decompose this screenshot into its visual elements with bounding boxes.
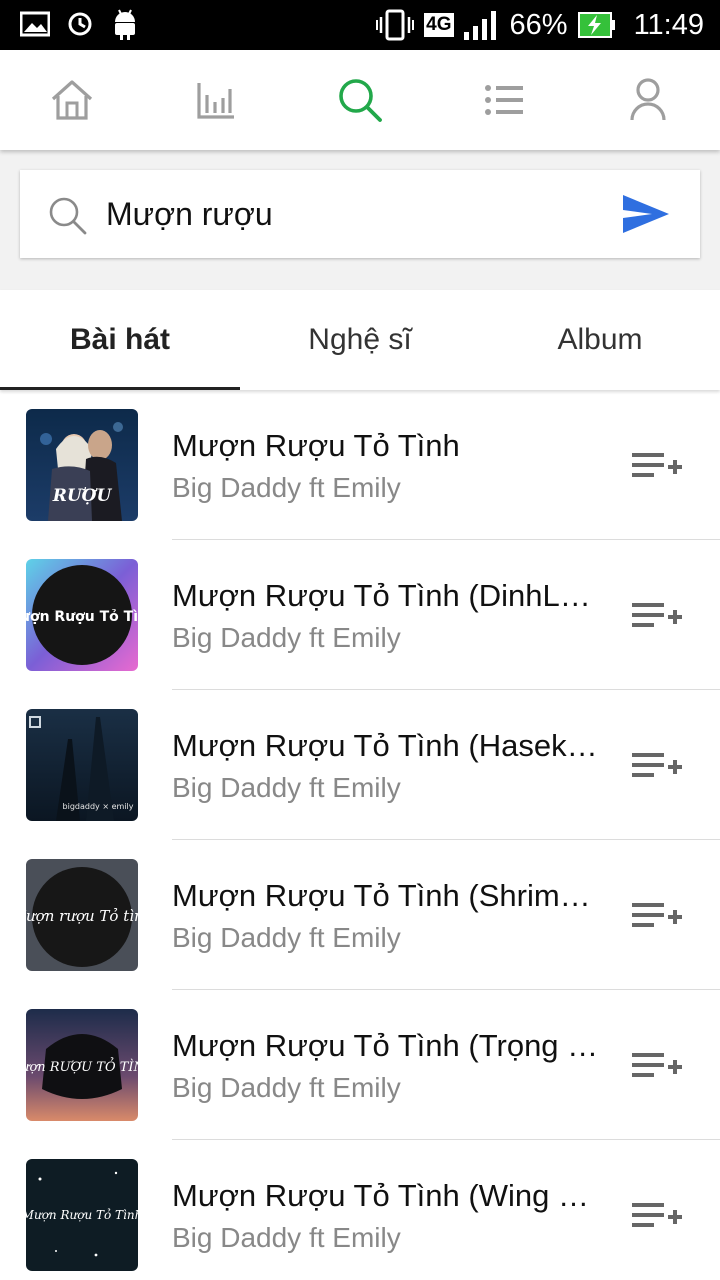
notification-icons <box>20 8 138 40</box>
add-to-playlist-icon[interactable] <box>632 748 684 788</box>
send-icon <box>623 195 669 233</box>
album-cover-text: Mượn Rượu Tỏ Tình <box>26 609 138 625</box>
album-cover-text: Mượn RƯỢU TỎ TÌNH <box>26 1057 138 1075</box>
album-cover-text: bigdaddy × emily <box>63 802 134 811</box>
nav-home[interactable] <box>32 60 112 140</box>
result-tabs: Bài hát Nghệ sĩ Album <box>0 290 720 390</box>
battery-charging-icon <box>577 12 615 38</box>
song-artist: Big Daddy ft Emily <box>172 622 401 653</box>
album-cover: bigdaddy × emily <box>26 709 138 821</box>
album-cover-text: Mượn Rượu Tỏ Tình <box>26 1208 138 1222</box>
song-item[interactable]: Mượn RƯỢU TỎ TÌNH Mượn Rượu Tỏ Tình (Trọ… <box>0 990 720 1140</box>
song-artist: Big Daddy ft Emily <box>172 1222 401 1253</box>
song-list: RƯỢU Mượn Rượu Tỏ Tình Big Daddy ft Emil… <box>0 390 720 1280</box>
android-icon <box>115 9 135 40</box>
image-notification-icon <box>20 11 50 37</box>
song-title: Mượn Rượu Tỏ Tình (Wing Remix) <box>172 1178 600 1213</box>
status-bar: 4G 66% 11:49 <box>0 0 720 50</box>
tab-songs[interactable]: Bài hát <box>0 290 240 390</box>
vibrate-icon <box>376 9 415 41</box>
user-icon <box>630 78 666 121</box>
album-cover: Mượn rượu Tỏ tình <box>26 859 138 971</box>
song-item[interactable]: RƯỢU Mượn Rượu Tỏ Tình Big Daddy ft Emil… <box>0 390 720 540</box>
nav-search[interactable] <box>320 60 400 140</box>
add-to-playlist-icon[interactable] <box>632 898 684 938</box>
tab-albums[interactable]: Album <box>480 290 720 390</box>
chart-icon <box>197 83 234 119</box>
album-cover-text: Mượn rượu Tỏ tình <box>26 907 138 925</box>
album-cover: Mượn RƯỢU TỎ TÌNH <box>26 1009 138 1121</box>
add-to-playlist-icon[interactable] <box>632 598 684 638</box>
song-item[interactable]: Mượn rượu Tỏ tình Mượn Rượu Tỏ Tình (Shr… <box>0 840 720 990</box>
nav-profile[interactable] <box>608 60 688 140</box>
send-button[interactable] <box>622 194 670 239</box>
song-title: Mượn Rượu Tỏ Tình (Shrimp Remix) <box>172 878 600 913</box>
search-box <box>20 170 700 258</box>
song-artist: Big Daddy ft Emily <box>172 772 401 803</box>
song-artist: Big Daddy ft Emily <box>172 922 401 953</box>
song-item[interactable]: bigdaddy × emily Mượn Rượu Tỏ Tình (Hase… <box>0 690 720 840</box>
search-input[interactable] <box>106 190 586 238</box>
add-to-playlist-icon[interactable] <box>632 1198 684 1238</box>
clock: 11:49 <box>633 8 704 41</box>
top-navigation <box>0 50 720 150</box>
search-icon <box>339 79 382 122</box>
song-title: Mượn Rượu Tỏ Tình <box>172 428 460 463</box>
home-icon <box>51 80 93 120</box>
add-to-playlist-icon[interactable] <box>632 448 684 488</box>
signal-icon <box>463 11 496 40</box>
sync-settings-icon <box>68 12 92 36</box>
album-cover-text: RƯỢU <box>52 486 113 506</box>
tab-artists[interactable]: Nghệ sĩ <box>240 290 480 390</box>
album-cover: Mượn Rượu Tỏ Tình <box>26 559 138 671</box>
battery-percent: 66% <box>509 8 568 41</box>
album-cover: Mượn Rượu Tỏ Tình <box>26 1159 138 1271</box>
nav-playlist[interactable] <box>464 60 544 140</box>
song-title: Mượn Rượu Tỏ Tình (Trọng Hiếu Remix) <box>172 1028 600 1063</box>
network-type-badge: 4G <box>424 13 454 37</box>
song-title: Mượn Rượu Tỏ Tình (DinhLong Remix) <box>172 578 600 613</box>
nav-charts[interactable] <box>176 60 256 140</box>
song-item[interactable]: Mượn Rượu Tỏ Tình Mượn Rượu Tỏ Tình (Din… <box>0 540 720 690</box>
song-artist: Big Daddy ft Emily <box>172 1072 401 1103</box>
list-icon <box>485 85 523 115</box>
song-item[interactable]: Mượn Rượu Tỏ Tình Mượn Rượu Tỏ Tình (Win… <box>0 1140 720 1280</box>
album-cover: RƯỢU <box>26 409 138 521</box>
search-field-icon <box>49 197 87 235</box>
add-to-playlist-icon[interactable] <box>632 1048 684 1088</box>
song-artist: Big Daddy ft Emily <box>172 472 401 503</box>
song-title: Mượn Rượu Tỏ Tình (Hasekuro Remix) <box>172 728 600 763</box>
search-area <box>0 150 720 290</box>
